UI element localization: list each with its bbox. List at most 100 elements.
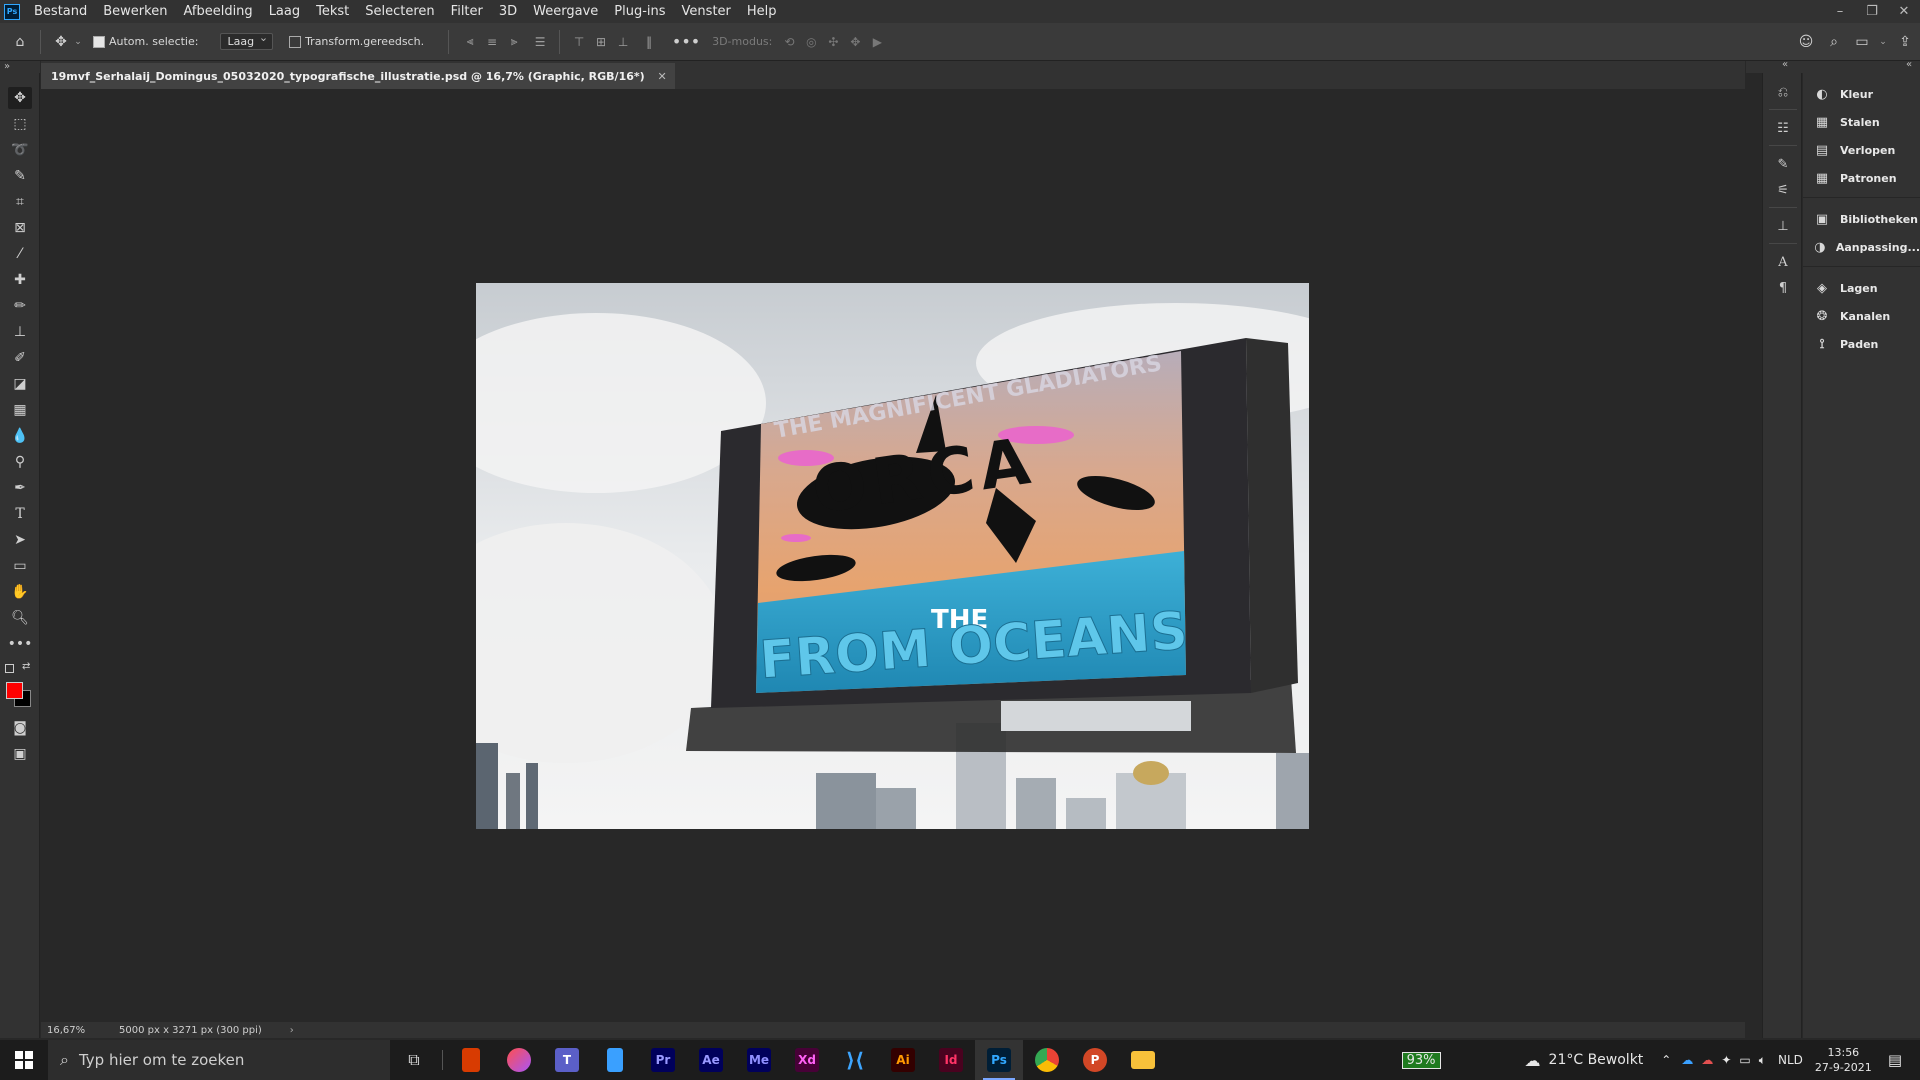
auto-select-checkbox[interactable] — [93, 35, 109, 49]
learn-icon[interactable]: ☺ — [1792, 34, 1820, 50]
panel-kleur[interactable]: ◐ Kleur — [1803, 81, 1920, 107]
taskbar-search[interactable]: ⌕ Typ hier om te zoeken — [48, 1040, 390, 1080]
frame-tool-icon[interactable]: ⊠ — [8, 217, 32, 239]
panel-patronen[interactable]: ▦ Patronen — [1803, 165, 1920, 191]
rectangle-tool-icon[interactable]: ▭ — [8, 555, 32, 577]
menu-bestand[interactable]: Bestand — [26, 0, 95, 23]
3d-slide-icon[interactable]: ✥ — [844, 31, 866, 53]
align-right-icon[interactable]: ⫸ — [503, 31, 525, 53]
align-center-icon[interactable]: ≡ — [481, 31, 503, 53]
menu-venster[interactable]: Venster — [674, 0, 739, 23]
menu-laag[interactable]: Laag — [261, 0, 308, 23]
more-options-icon[interactable]: ••• — [668, 32, 704, 51]
menu-selecteren[interactable]: Selecteren — [357, 0, 442, 23]
onedrive-icon[interactable]: ☁ — [1681, 1053, 1693, 1067]
document-canvas[interactable]: THE MAGNIFICENT GLADIATORS ORCA THE FROM… — [476, 283, 1309, 829]
battery-indicator[interactable]: 93% — [1401, 1051, 1441, 1069]
restore-icon[interactable]: ❐ — [1856, 0, 1888, 23]
status-expand-icon[interactable]: › — [290, 1025, 294, 1036]
panel-bibliotheken[interactable]: ▣ Bibliotheken — [1803, 206, 1920, 232]
marquee-tool-icon[interactable]: ⬚ — [8, 113, 32, 135]
align-left-icon[interactable]: ⫷ — [459, 31, 481, 53]
vscode-app-icon[interactable]: ⟩⟨ — [831, 1040, 879, 1080]
indesign-app-icon[interactable]: Id — [927, 1040, 975, 1080]
dropbox-icon[interactable]: ✦ — [1721, 1053, 1731, 1067]
more-tools-icon[interactable]: ••• — [8, 633, 33, 655]
language-indicator[interactable]: NLD — [1778, 1053, 1803, 1067]
panel-paden[interactable]: ⟟ Paden — [1803, 331, 1920, 357]
windows-start-icon[interactable] — [0, 1040, 48, 1080]
history-brush-tool-icon[interactable]: ✐ — [8, 347, 32, 369]
menu-filter[interactable]: Filter — [443, 0, 491, 23]
document-tab[interactable]: 19mvf_Serhalaij_Domingus_05032020_typogr… — [41, 63, 675, 89]
powerpoint-app-icon[interactable]: P — [1071, 1040, 1119, 1080]
close-tab-icon[interactable]: ✕ — [657, 70, 666, 83]
layer-select-dropdown[interactable]: Laag — [220, 31, 274, 50]
properties-icon[interactable]: ☷ — [1771, 117, 1795, 139]
chevron-down-icon[interactable]: ⌄ — [1876, 37, 1890, 47]
collapse-panels-icon[interactable]: « — [1782, 59, 1788, 70]
dodge-tool-icon[interactable]: ⚲ — [8, 451, 32, 473]
panel-stalen[interactable]: ▦ Stalen — [1803, 109, 1920, 135]
brushes-icon[interactable]: ⚟ — [1771, 179, 1795, 201]
collapse-panels-icon[interactable]: « — [1906, 59, 1912, 70]
share-icon[interactable]: ⇪ — [1890, 34, 1920, 50]
3d-roll-icon[interactable]: ◎ — [800, 31, 822, 53]
pen-tool-icon[interactable]: ✒ — [8, 477, 32, 499]
xd-app-icon[interactable]: Xd — [783, 1040, 831, 1080]
hand-tool-icon[interactable]: ✋ — [8, 581, 32, 603]
gradient-tool-icon[interactable]: ▦ — [8, 399, 32, 421]
chrome-app-icon[interactable] — [1023, 1040, 1071, 1080]
path-selection-tool-icon[interactable]: ➤ — [8, 529, 32, 551]
menu-tekst[interactable]: Tekst — [308, 0, 357, 23]
default-colors-icon[interactable] — [5, 664, 14, 673]
photoshop-app-icon[interactable]: Ps — [975, 1040, 1023, 1080]
healing-brush-tool-icon[interactable]: ✚ — [8, 269, 32, 291]
transform-controls-checkbox[interactable] — [289, 35, 305, 49]
teams-app-icon[interactable]: T — [543, 1040, 591, 1080]
align-bottom-icon[interactable]: ⊥ — [612, 31, 634, 53]
office-app-icon[interactable] — [447, 1040, 495, 1080]
notifications-icon[interactable]: ▤ — [1888, 1051, 1902, 1069]
minimize-icon[interactable]: – — [1824, 0, 1856, 23]
weather-text[interactable]: 21°C Bewolkt — [1549, 1052, 1644, 1068]
align-top-icon[interactable]: ⊤ — [568, 31, 590, 53]
zoom-level[interactable]: 16,67% — [47, 1025, 107, 1036]
distribute-vertical-icon[interactable]: ‖ — [638, 31, 660, 53]
battery-icon[interactable]: ▭ — [1739, 1053, 1750, 1067]
move-tool-icon[interactable]: ✥ — [8, 87, 32, 109]
home-icon[interactable]: ⌂ — [0, 23, 40, 61]
photoshop-logo-icon[interactable]: Ps — [4, 3, 20, 20]
move-tool-preset-icon[interactable]: ✥ — [51, 34, 71, 50]
3d-orbit-icon[interactable]: ⟲ — [778, 31, 800, 53]
3d-camera-icon[interactable]: ▶ — [866, 31, 888, 53]
panel-kanalen[interactable]: ❂ Kanalen — [1803, 303, 1920, 329]
brush-tool-icon[interactable]: ✏ — [8, 295, 32, 317]
menu-3d[interactable]: 3D — [491, 0, 525, 23]
type-tool-icon[interactable]: T — [8, 503, 32, 525]
task-view-icon[interactable]: ⧉ — [390, 1040, 438, 1080]
notepad-app-icon[interactable] — [591, 1040, 639, 1080]
file-explorer-app-icon[interactable] — [1119, 1040, 1167, 1080]
crop-tool-icon[interactable]: ⌗ — [8, 191, 32, 213]
workspace-icon[interactable]: ▭ — [1848, 34, 1876, 50]
clone-stamp-tool-icon[interactable]: ⊥ — [8, 321, 32, 343]
media-encoder-app-icon[interactable]: Me — [735, 1040, 783, 1080]
after-effects-app-icon[interactable]: Ae — [687, 1040, 735, 1080]
eyedropper-tool-icon[interactable]: ⁄ — [8, 243, 32, 265]
history-icon[interactable]: ⎌ — [1771, 81, 1795, 103]
collapse-toolbar-icon[interactable]: » — [0, 61, 40, 73]
panel-lagen[interactable]: ◈ Lagen — [1803, 275, 1920, 301]
menu-help[interactable]: Help — [739, 0, 785, 23]
premiere-app-icon[interactable]: Pr — [639, 1040, 687, 1080]
creative-cloud-app-icon[interactable] — [495, 1040, 543, 1080]
zoom-tool-icon[interactable]: 🔍︎ — [8, 607, 32, 629]
quick-selection-tool-icon[interactable]: ✎ — [8, 165, 32, 187]
quick-mask-icon[interactable]: ◙ — [8, 717, 32, 739]
lasso-tool-icon[interactable]: ➰ — [8, 139, 32, 161]
paragraph-icon[interactable]: ¶ — [1771, 277, 1795, 299]
menu-afbeelding[interactable]: Afbeelding — [175, 0, 260, 23]
foreground-color-swatch[interactable] — [6, 682, 23, 699]
menu-plugins[interactable]: Plug-ins — [606, 0, 673, 23]
character-icon[interactable]: A — [1771, 251, 1795, 273]
